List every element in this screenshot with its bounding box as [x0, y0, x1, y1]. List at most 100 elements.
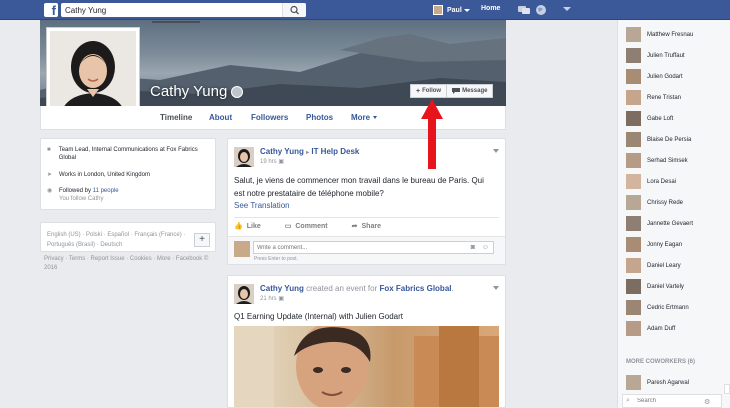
chat-contact-name: Jonny Eagan: [647, 241, 683, 248]
audience-icon: ▣: [278, 296, 285, 302]
see-translation-link[interactable]: See Translation: [234, 201, 290, 210]
chat-contact[interactable]: Jonny Eagan: [626, 237, 682, 252]
post-author-name[interactable]: Cathy Yung: [260, 284, 304, 293]
followed-by-prefix: Followed by: [59, 188, 93, 194]
chat-contact[interactable]: Daniel Vartely: [626, 279, 684, 294]
footer-links[interactable]: Privacy · Terms · Report Issue · Cookies…: [44, 255, 214, 273]
chat-contact-name: Paresh Agarwal: [647, 379, 690, 386]
tab-more-label: More: [351, 113, 371, 122]
chat-contact[interactable]: Serhad Simsek: [626, 153, 688, 168]
avatar: [626, 195, 641, 210]
like-icon: 👍: [234, 223, 243, 230]
languages-card: English (US) · Polski · Español · França…: [40, 222, 216, 252]
post-target-page[interactable]: Fox Fabrics Global: [379, 284, 451, 293]
you-follow-text: You follow Cathy: [59, 196, 104, 202]
tab-about[interactable]: About: [209, 113, 232, 122]
avatar: [626, 279, 641, 294]
chat-contact[interactable]: Jannette Gevaert: [626, 216, 693, 231]
followers-count-link[interactable]: 11 people: [93, 188, 119, 194]
tab-timeline[interactable]: Timeline: [160, 113, 192, 122]
chat-contact[interactable]: Matthew Fresnau: [626, 27, 693, 42]
tab-photos[interactable]: Photos: [306, 113, 333, 122]
like-button[interactable]: 👍 Like: [234, 222, 261, 231]
globe-icon[interactable]: [535, 4, 547, 16]
audience-icon: ▣: [278, 159, 285, 165]
follow-label: Follow: [422, 88, 442, 94]
annotation-arrow-icon: [421, 99, 443, 169]
comment-input[interactable]: [254, 242, 454, 253]
chat-sidebar: Matthew Fresnau Julien Truffaut Julien God…: [617, 20, 730, 408]
scrollbar[interactable]: [724, 384, 730, 394]
chat-contact-name: Daniel Vartely: [647, 283, 684, 290]
chat-contact[interactable]: Paresh Agarwal: [626, 375, 689, 390]
post-options-chevron-icon[interactable]: [493, 286, 499, 290]
gear-icon[interactable]: ⚙: [704, 398, 710, 406]
search-button[interactable]: [282, 3, 306, 17]
verified-badge-icon: [231, 85, 244, 98]
avatar: [626, 153, 641, 168]
profile-shortcut[interactable]: Paul: [433, 4, 470, 16]
avatar[interactable]: [234, 147, 254, 167]
avatar: [626, 375, 641, 390]
language-list[interactable]: English (US) · Polski · Español · França…: [47, 230, 187, 250]
post-target-group[interactable]: IT Help Desk: [311, 147, 359, 156]
avatar[interactable]: [234, 284, 254, 304]
chat-contact[interactable]: Blaise De Persia: [626, 132, 691, 147]
event-photo-image: [234, 326, 499, 407]
chat-contact[interactable]: Lora Desai: [626, 174, 676, 189]
chat-contact-name: Daniel Leary: [647, 262, 681, 269]
post-action-text: created an event for: [303, 284, 380, 293]
post-options-chevron-icon[interactable]: [493, 149, 499, 153]
comment-label: Comment: [295, 222, 328, 230]
post-card: Cathy Yung ▸ IT Help Desk 19 hrs ▣ Salut…: [227, 138, 506, 265]
avatar: [626, 258, 641, 273]
search-input[interactable]: [61, 3, 271, 17]
chat-contact[interactable]: Cedric Ertmann: [626, 300, 689, 315]
chat-contact[interactable]: Daniel Leary: [626, 258, 681, 273]
emoji-icon[interactable]: ☺: [482, 244, 489, 251]
comment-icon: ▭: [284, 223, 292, 230]
messages-icon[interactable]: [517, 4, 531, 16]
message-button[interactable]: Message: [447, 84, 494, 98]
chat-contact[interactable]: Chrissy Rede: [626, 195, 683, 210]
author-photo: [236, 286, 252, 304]
home-link[interactable]: Home: [481, 5, 500, 12]
search-bar[interactable]: [61, 3, 306, 17]
chat-search-input[interactable]: [623, 395, 703, 407]
facebook-logo-icon[interactable]: f: [44, 3, 58, 17]
post-separator: ▸: [306, 150, 310, 156]
tab-followers[interactable]: Followers: [251, 113, 288, 122]
follow-button[interactable]: + Follow: [410, 84, 448, 98]
comment-button[interactable]: ▭ Comment: [284, 222, 328, 231]
add-language-button[interactable]: +: [194, 233, 210, 247]
more-coworkers-header: MORE COWORKERS (6): [626, 359, 695, 365]
chat-contact[interactable]: Rene Tristan: [626, 90, 681, 105]
camera-icon[interactable]: ◙: [471, 244, 475, 251]
chat-contact[interactable]: Julien Truffaut: [626, 48, 685, 63]
event-title[interactable]: Q1 Earning Update (Internal) with Julien…: [234, 310, 496, 323]
message-label: Message: [462, 88, 488, 94]
avatar: [626, 300, 641, 315]
comment-composer: ◙ ☺ Press Enter to post.: [228, 236, 505, 264]
share-button[interactable]: ➦ Share: [352, 222, 381, 231]
chat-contact[interactable]: Julien Godart: [626, 69, 683, 84]
post-timestamp[interactable]: 21 hrs ▣: [260, 295, 284, 302]
chat-contact[interactable]: Gabe Loft: [626, 111, 673, 126]
post-card: Cathy Yung created an event for Fox Fabr…: [227, 275, 506, 408]
location-pin-icon: ➤: [47, 172, 53, 178]
tab-more[interactable]: More: [351, 113, 378, 122]
like-label: Like: [246, 222, 261, 230]
event-photo[interactable]: [234, 326, 499, 407]
avatar: [626, 174, 641, 189]
user-name: Paul: [447, 6, 462, 14]
post-time: 21 hrs: [260, 296, 277, 302]
comment-box[interactable]: ◙ ☺: [253, 241, 494, 254]
chat-contact[interactable]: Adam Duff: [626, 321, 675, 336]
post-timestamp[interactable]: 19 hrs ▣: [260, 158, 284, 165]
intro-followers: ◉ Followed by 11 people You follow Cathy: [47, 187, 119, 203]
search-icon: [290, 5, 299, 15]
avatar: [626, 69, 641, 84]
post-author-name[interactable]: Cathy Yung: [260, 147, 304, 156]
chat-contact-name: Jannette Gevaert: [647, 220, 694, 227]
account-menu-icon[interactable]: [563, 7, 571, 13]
